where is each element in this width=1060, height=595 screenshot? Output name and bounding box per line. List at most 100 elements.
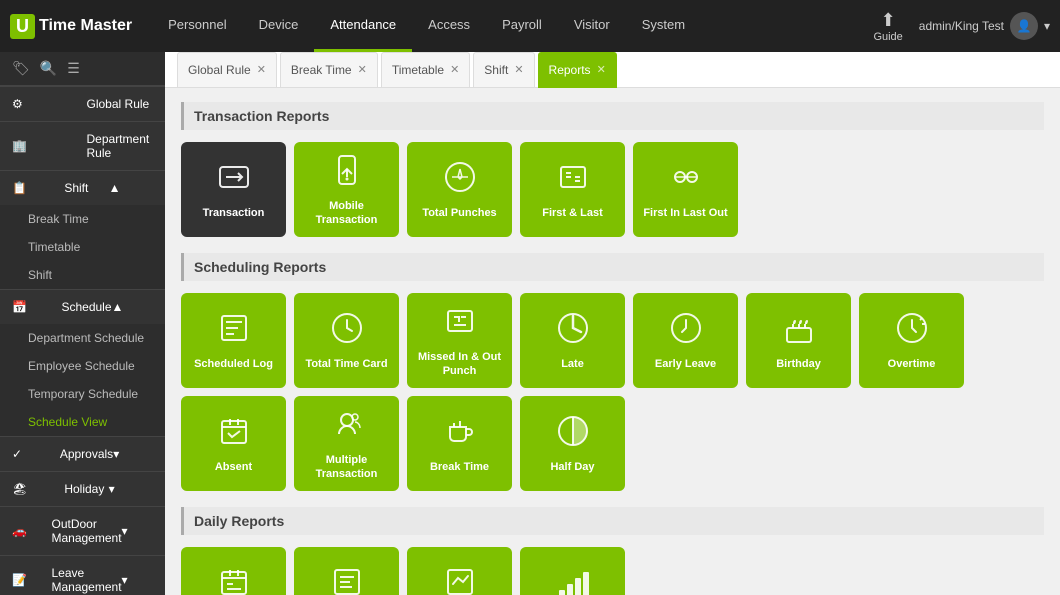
sidebar-schedule-label: Schedule bbox=[61, 300, 111, 314]
sidebar-section-approvals[interactable]: ✓ Approvals ▾ bbox=[0, 436, 165, 471]
approvals-icon: ✓ bbox=[12, 447, 52, 461]
department-rule-icon: 🏢 bbox=[12, 139, 79, 153]
card-multiple-transaction[interactable]: Multiple Transaction bbox=[294, 396, 399, 491]
nav-attendance[interactable]: Attendance bbox=[314, 0, 412, 52]
card-daily-summary[interactable]: Daily Summary bbox=[407, 547, 512, 595]
absent-icon bbox=[216, 413, 252, 454]
tag-icon[interactable]: 🏷 bbox=[12, 60, 30, 77]
nav-access[interactable]: Access bbox=[412, 0, 486, 52]
sidebar-item-break-time[interactable]: Break Time bbox=[0, 205, 165, 233]
card-daily-attendance[interactable]: Daily Attendance bbox=[181, 547, 286, 595]
nav-right: ⬆ Guide admin/King Test 👤 ▾ bbox=[873, 10, 1050, 43]
card-late[interactable]: Late bbox=[520, 293, 625, 388]
daily-reports-grid: Daily Attendance Daily Details Daily Sum… bbox=[181, 547, 1044, 595]
mobile-transaction-label: Mobile Transaction bbox=[302, 199, 391, 228]
early-leave-label: Early Leave bbox=[655, 357, 716, 371]
logo-text: Time Master bbox=[39, 17, 132, 35]
overtime-label: Overtime bbox=[888, 357, 936, 371]
outdoor-icon: 🚗 bbox=[12, 524, 43, 538]
transaction-reports-title: Transaction Reports bbox=[181, 102, 1044, 130]
nav-visitor[interactable]: Visitor bbox=[558, 0, 626, 52]
card-overtime[interactable]: Overtime bbox=[859, 293, 964, 388]
nav-personnel[interactable]: Personnel bbox=[152, 0, 243, 52]
total-punches-label: Total Punches bbox=[422, 206, 496, 220]
sidebar-item-shift[interactable]: Shift bbox=[0, 261, 165, 289]
tab-shift-close[interactable]: ✕ bbox=[514, 63, 523, 76]
multiple-transaction-label: Multiple Transaction bbox=[302, 453, 391, 482]
user-dropdown-icon[interactable]: ▾ bbox=[1044, 19, 1050, 33]
sidebar-global-rule-label: Global Rule bbox=[87, 97, 154, 111]
card-absent[interactable]: Absent bbox=[181, 396, 286, 491]
main-layout: 🏷 🔍 ☰ ⚙ Global Rule 🏢 Department Rule 📋 … bbox=[0, 52, 1060, 595]
daily-reports-title: Daily Reports bbox=[181, 507, 1044, 535]
guide-button[interactable]: ⬆ Guide bbox=[873, 10, 902, 43]
daily-attendance-icon bbox=[216, 564, 252, 595]
multiple-transaction-icon bbox=[329, 406, 365, 447]
late-label: Late bbox=[561, 357, 584, 371]
card-daily-status[interactable]: Daily Status bbox=[520, 547, 625, 595]
daily-summary-icon bbox=[442, 564, 478, 595]
break-time-icon bbox=[442, 413, 478, 454]
sidebar-item-employee-schedule[interactable]: Employee Schedule bbox=[0, 352, 165, 380]
sidebar-department-rule-label: Department Rule bbox=[87, 132, 154, 160]
tab-break-time-close[interactable]: ✕ bbox=[358, 63, 367, 76]
card-transaction[interactable]: Transaction bbox=[181, 142, 286, 237]
card-early-leave[interactable]: Early Leave bbox=[633, 293, 738, 388]
tab-break-time[interactable]: Break Time ✕ bbox=[280, 52, 378, 88]
sidebar-section-outdoor[interactable]: 🚗 OutDoor Management ▾ bbox=[0, 506, 165, 555]
card-birthday[interactable]: Birthday bbox=[746, 293, 851, 388]
sidebar-section-leave[interactable]: 📝 Leave Management ▾ bbox=[0, 555, 165, 595]
card-missed-punch[interactable]: Missed In & Out Punch bbox=[407, 293, 512, 388]
sidebar-item-schedule-view[interactable]: Schedule View bbox=[0, 408, 165, 436]
sidebar-shift-label: Shift bbox=[64, 181, 108, 195]
daily-details-icon bbox=[329, 564, 365, 595]
card-total-time-card[interactable]: Total Time Card bbox=[294, 293, 399, 388]
scheduling-reports-grid: Scheduled Log Total Time Card Missed In … bbox=[181, 293, 1044, 491]
sidebar-section-holiday[interactable]: 🏖 Holiday ▾ bbox=[0, 471, 165, 506]
sidebar: 🏷 🔍 ☰ ⚙ Global Rule 🏢 Department Rule 📋 … bbox=[0, 52, 165, 595]
card-scheduled-log[interactable]: Scheduled Log bbox=[181, 293, 286, 388]
sidebar-item-temporary-schedule[interactable]: Temporary Schedule bbox=[0, 380, 165, 408]
sidebar-section-global-rule[interactable]: ⚙ Global Rule bbox=[0, 86, 165, 121]
tab-reports-close[interactable]: ✕ bbox=[597, 63, 606, 76]
sidebar-section-department-rule[interactable]: 🏢 Department Rule bbox=[0, 121, 165, 170]
schedule-icon: 📅 bbox=[12, 300, 53, 314]
transaction-label: Transaction bbox=[203, 206, 265, 220]
user-avatar[interactable]: 👤 bbox=[1010, 12, 1038, 40]
half-day-icon bbox=[555, 413, 591, 454]
sidebar-section-schedule[interactable]: 📅 Schedule ▲ bbox=[0, 289, 165, 324]
sidebar-section-shift[interactable]: 📋 Shift ▲ bbox=[0, 170, 165, 205]
logo[interactable]: U Time Master bbox=[10, 14, 132, 39]
scheduled-log-icon bbox=[216, 310, 252, 351]
card-first-in-last-out[interactable]: First In Last Out bbox=[633, 142, 738, 237]
nav-items: Personnel Device Attendance Access Payro… bbox=[152, 0, 873, 52]
absent-label: Absent bbox=[215, 460, 252, 474]
tab-shift[interactable]: Shift ✕ bbox=[473, 52, 534, 88]
sidebar-holiday-label: Holiday bbox=[64, 482, 108, 496]
tab-global-rule-close[interactable]: ✕ bbox=[257, 63, 266, 76]
card-half-day[interactable]: Half Day bbox=[520, 396, 625, 491]
card-total-punches[interactable]: Total Punches bbox=[407, 142, 512, 237]
card-mobile-transaction[interactable]: Mobile Transaction bbox=[294, 142, 399, 237]
card-daily-details[interactable]: Daily Details bbox=[294, 547, 399, 595]
nav-device[interactable]: Device bbox=[243, 0, 315, 52]
tab-global-rule[interactable]: Global Rule ✕ bbox=[177, 52, 277, 88]
sidebar-leave-label: Leave Management bbox=[51, 566, 121, 594]
sidebar-approvals-label: Approvals bbox=[60, 447, 113, 461]
tab-timetable[interactable]: Timetable ✕ bbox=[381, 52, 470, 88]
birthday-icon bbox=[781, 310, 817, 351]
card-break-time[interactable]: Break Time bbox=[407, 396, 512, 491]
sidebar-item-timetable[interactable]: Timetable bbox=[0, 233, 165, 261]
half-day-label: Half Day bbox=[550, 460, 594, 474]
list-icon[interactable]: ☰ bbox=[67, 60, 80, 77]
sidebar-item-department-schedule[interactable]: Department Schedule bbox=[0, 324, 165, 352]
card-first-last[interactable]: First & Last bbox=[520, 142, 625, 237]
nav-payroll[interactable]: Payroll bbox=[486, 0, 558, 52]
mobile-transaction-icon bbox=[329, 152, 365, 193]
search-icon[interactable]: 🔍 bbox=[40, 60, 57, 77]
schedule-collapse-icon: ▲ bbox=[112, 300, 153, 314]
user-info: admin/King Test 👤 ▾ bbox=[919, 12, 1050, 40]
tab-reports[interactable]: Reports ✕ bbox=[538, 52, 617, 88]
nav-system[interactable]: System bbox=[626, 0, 701, 52]
tab-timetable-close[interactable]: ✕ bbox=[450, 63, 459, 76]
